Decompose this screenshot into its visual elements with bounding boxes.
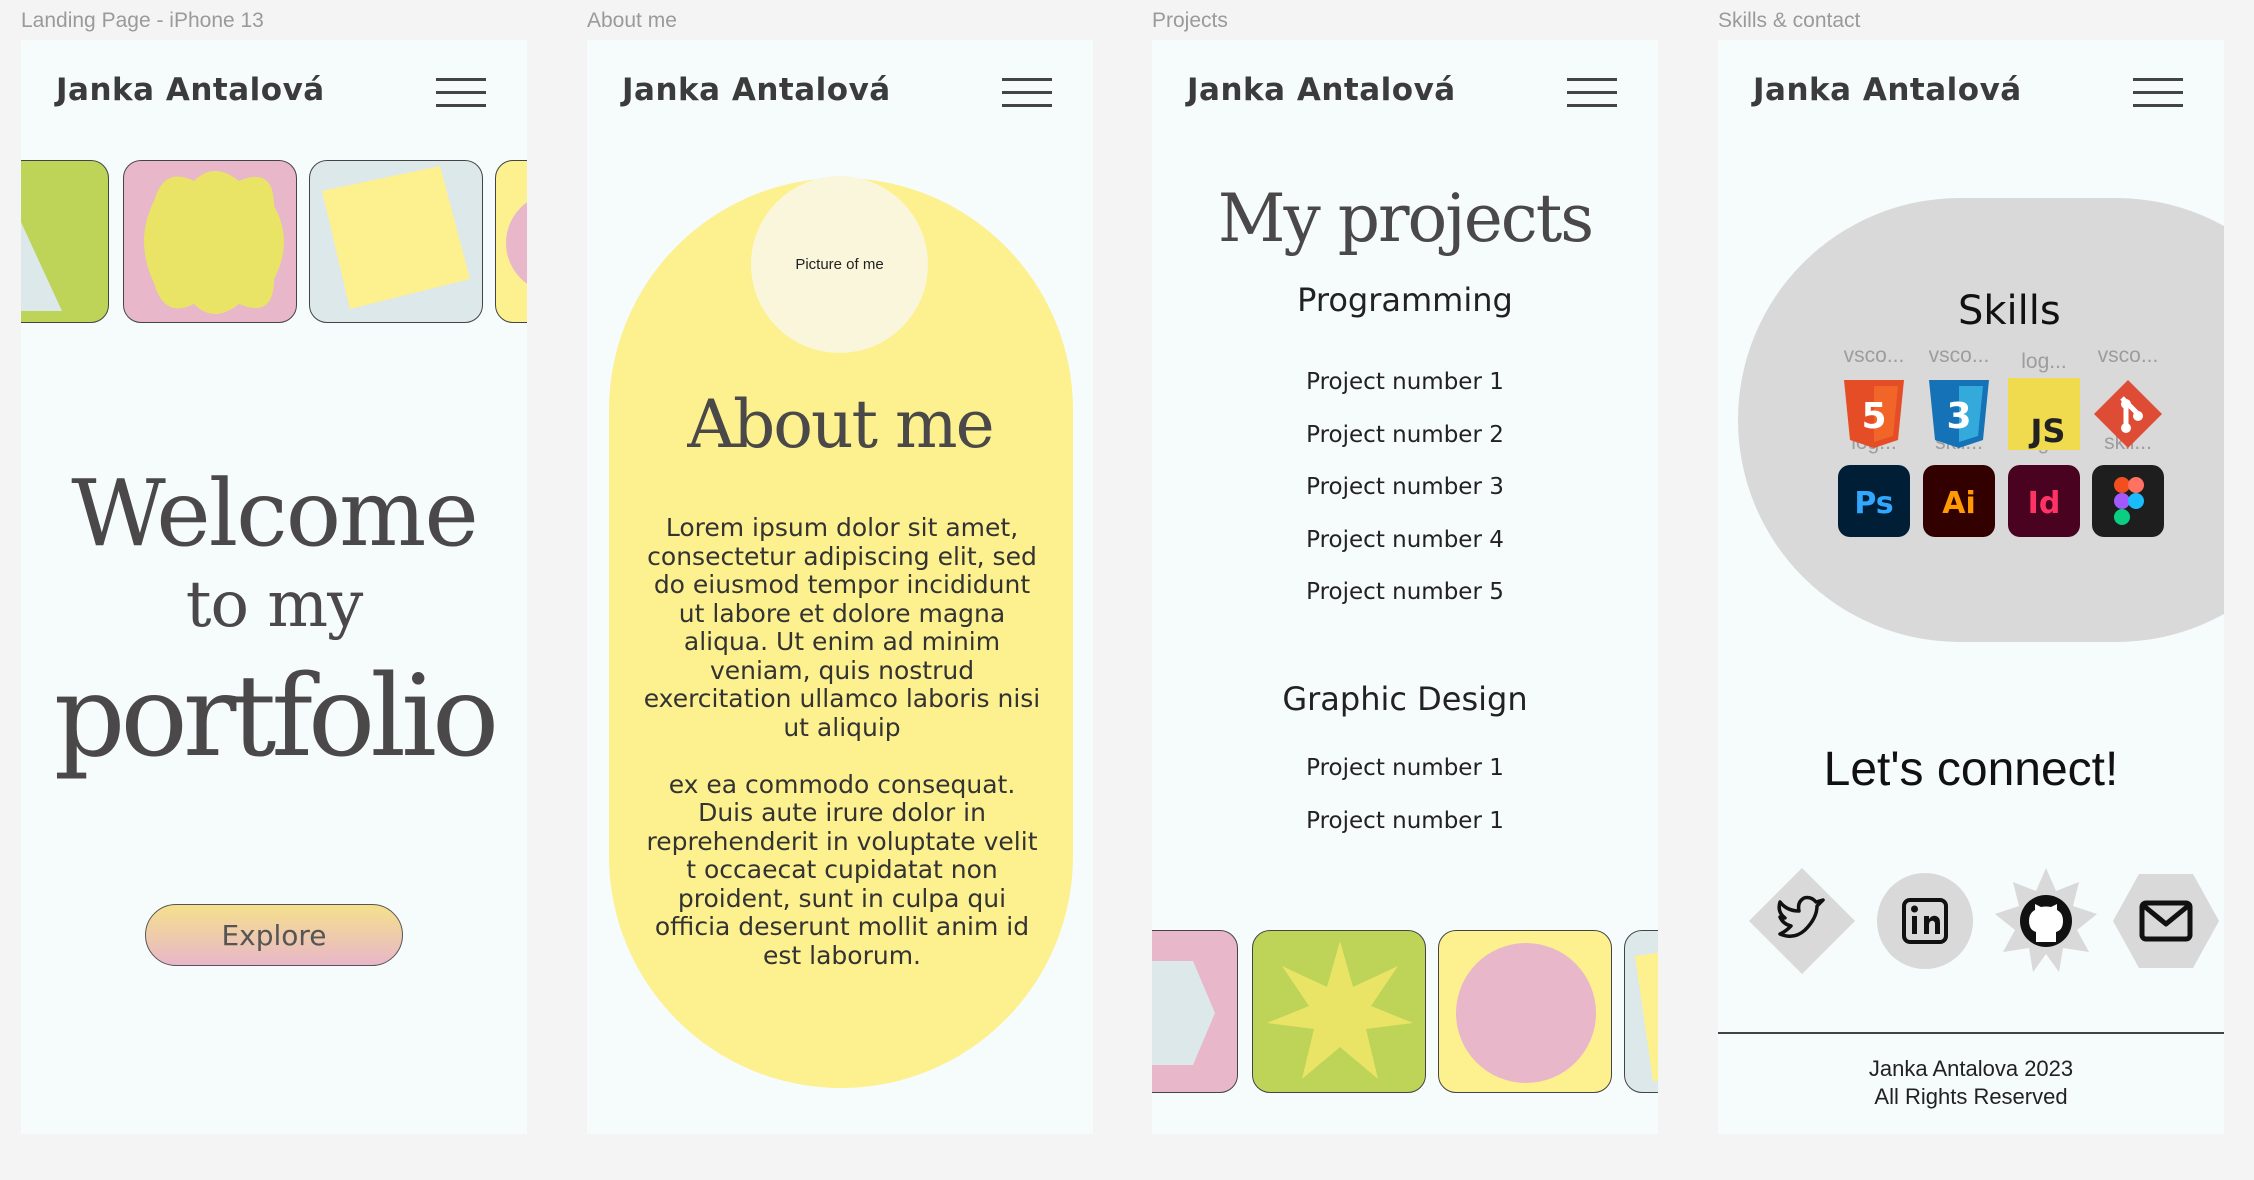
- project-link[interactable]: Project number 3: [1306, 474, 1504, 500]
- frame-label-skills: Skills & contact: [1718, 9, 1861, 32]
- skills-heading: Skills: [1958, 288, 2061, 334]
- brand-name[interactable]: Janka Antalová: [622, 72, 891, 108]
- footer-rights: All Rights Reserved: [1874, 1084, 2068, 1109]
- blob-shape-icon: [144, 171, 284, 314]
- skill-caption: log...: [2021, 350, 2067, 373]
- connect-heading: Let's connect!: [1823, 743, 2119, 796]
- project-link[interactable]: Project number 1: [1306, 808, 1504, 834]
- list-item[interactable]: Project number 1: [1152, 742, 1658, 795]
- list-item[interactable]: Project number 3: [1152, 461, 1658, 514]
- brand-name[interactable]: Janka Antalová: [56, 72, 325, 108]
- project-link[interactable]: Project number 1: [1306, 369, 1504, 395]
- carousel-tile[interactable]: [1152, 930, 1238, 1093]
- carousel-tile[interactable]: [309, 160, 483, 323]
- carousel-tile[interactable]: [1252, 930, 1426, 1093]
- footer-copyright: Janka Antalova 2023: [1868, 1056, 2074, 1081]
- list-item[interactable]: Project number 2: [1152, 409, 1658, 462]
- circle-shape-icon: [506, 202, 527, 284]
- indesign-icon: Id: [2008, 465, 2080, 537]
- hamburger-menu-icon[interactable]: [2133, 76, 2183, 110]
- carousel-tile[interactable]: [495, 160, 527, 323]
- skill-caption: vsco...: [1843, 344, 1905, 367]
- svg-text:5: 5: [1861, 396, 1886, 437]
- hamburger-menu-icon[interactable]: [1567, 76, 1617, 110]
- list-item[interactable]: Project number 1: [1152, 356, 1658, 409]
- skill-caption: vsco...: [2097, 344, 2159, 367]
- hamburger-menu-icon[interactable]: [1002, 76, 1052, 110]
- photo-caption: Picture of me: [795, 256, 884, 273]
- project-link[interactable]: Project number 5: [1306, 579, 1504, 605]
- list-item[interactable]: Project number 5: [1152, 566, 1658, 619]
- profile-photo-placeholder: Picture of me: [751, 176, 928, 353]
- project-link[interactable]: Project number 4: [1306, 527, 1504, 553]
- html5-icon: 5: [1844, 380, 1904, 448]
- about-title: About me: [687, 386, 994, 463]
- project-link[interactable]: Project number 1: [1306, 755, 1504, 781]
- mail-icon[interactable]: [2111, 866, 2221, 976]
- list-item[interactable]: Project number 1: [1152, 795, 1658, 848]
- hexagon-shape-icon: [1152, 961, 1215, 1065]
- projects-frame: Janka Antalová My projects Programming P…: [1152, 40, 1658, 1134]
- illustrator-icon: Ai: [1923, 465, 1995, 537]
- carousel-tile[interactable]: [1438, 930, 1612, 1093]
- projects-title: My projects: [1217, 180, 1594, 257]
- programming-list: Project number 1 Project number 2 Projec…: [1152, 356, 1658, 619]
- twitter-icon[interactable]: [1747, 866, 1857, 976]
- svg-text:Id: Id: [2028, 486, 2061, 521]
- svg-text:Ps: Ps: [1854, 486, 1893, 521]
- brand-name[interactable]: Janka Antalová: [1187, 72, 1456, 108]
- square-shape-icon: [1635, 952, 1658, 1081]
- about-frame: Janka Antalová Picture of me About me Lo…: [587, 40, 1093, 1134]
- square-shape-icon: [322, 166, 470, 309]
- carousel-tile[interactable]: [1624, 930, 1658, 1093]
- list-item[interactable]: Project number 4: [1152, 514, 1658, 567]
- footer-divider: [1718, 1032, 2224, 1034]
- linkedin-icon[interactable]: [1870, 866, 1980, 976]
- triangle-shape-icon: [21, 222, 62, 311]
- hero-line-welcome: Welcome: [71, 460, 479, 567]
- skills-frame: Janka Antalová Skills vsco... vsco... lo…: [1718, 40, 2224, 1134]
- photoshop-icon: Ps: [1838, 465, 1910, 537]
- svg-text:3: 3: [1946, 396, 1971, 437]
- graphic-design-list: Project number 1 Project number 1: [1152, 742, 1658, 847]
- git-icon: [2094, 380, 2162, 448]
- explore-button[interactable]: Explore: [145, 904, 403, 966]
- carousel-tile[interactable]: [123, 160, 297, 323]
- circle-shape-icon: [1456, 943, 1596, 1083]
- frame-label-projects: Projects: [1152, 9, 1228, 32]
- graphic-design-heading: Graphic Design: [1282, 680, 1528, 718]
- about-paragraph-1: Lorem ipsum dolor sit amet, consectetur …: [643, 513, 1041, 742]
- skill-caption: vsco...: [1928, 344, 1990, 367]
- about-text: Lorem ipsum dolor sit amet, consectetur …: [642, 513, 1042, 970]
- svg-text:JS: JS: [2029, 412, 2066, 450]
- css3-icon: 3: [1929, 380, 1989, 448]
- svg-text:Ai: Ai: [1942, 486, 1976, 521]
- project-link[interactable]: Project number 2: [1306, 422, 1504, 448]
- frame-label-landing: Landing Page - iPhone 13: [21, 9, 264, 32]
- javascript-icon: JS: [2008, 378, 2080, 450]
- star-shape-icon: [1267, 941, 1413, 1079]
- programming-heading: Programming: [1297, 281, 1513, 319]
- landing-frame: Janka Antalová Welcome to my portfolio E…: [21, 40, 527, 1134]
- brand-name[interactable]: Janka Antalová: [1753, 72, 2022, 108]
- github-icon[interactable]: [1991, 866, 2101, 976]
- hero-line-to-my: to my: [185, 568, 363, 642]
- figma-icon: [2092, 465, 2164, 537]
- about-paragraph-2: ex ea commodo consequat. Duis aute irure…: [646, 769, 1038, 970]
- frame-label-about: About me: [587, 9, 677, 32]
- hamburger-menu-icon[interactable]: [436, 76, 486, 110]
- carousel-tile[interactable]: [21, 160, 109, 323]
- hero-line-portfolio: portfolio: [53, 652, 500, 782]
